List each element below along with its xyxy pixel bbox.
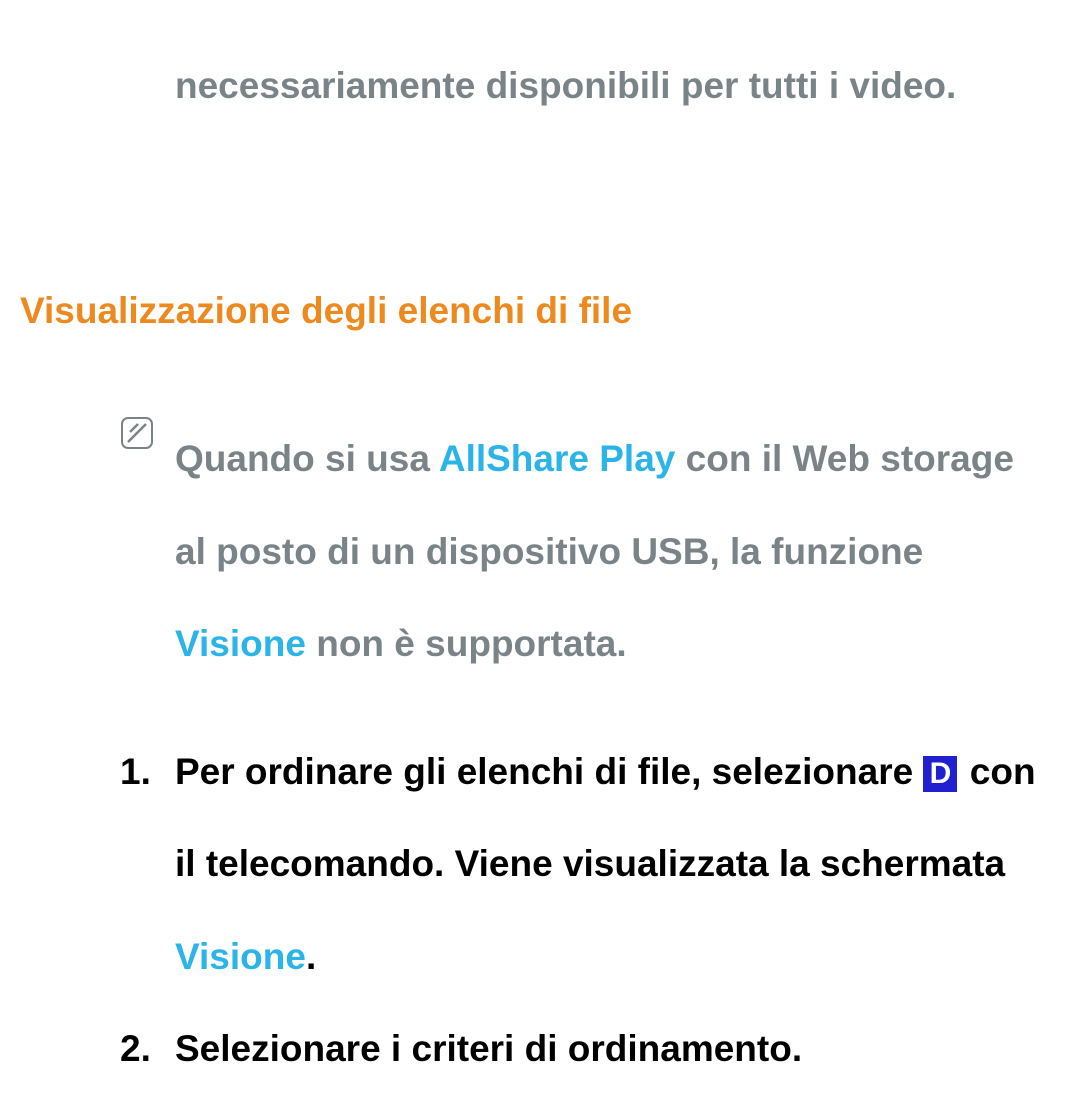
- note-part3: non è supportata.: [306, 623, 627, 664]
- section-heading: Visualizzazione degli elenchi di file: [20, 283, 1060, 339]
- item1-part3: .: [306, 936, 316, 977]
- note-text: Quando si usa AllShare Play con il Web s…: [175, 438, 1014, 664]
- list-item-1: 1. Per ordinare gli elenchi di file, sel…: [120, 726, 1040, 1004]
- list-item-2: 2. Selezionare i criteri di ordinamento.: [120, 1003, 1040, 1096]
- intro-text: necessariamente disponibili per tutti i …: [175, 65, 956, 106]
- d-button-icon: D: [923, 756, 957, 792]
- numbered-list: 1. Per ordinare gli elenchi di file, sel…: [120, 726, 1040, 1096]
- list-number-1: 1.: [120, 726, 151, 819]
- note-block: Quando si usa AllShare Play con il Web s…: [175, 413, 1030, 691]
- note-highlight1: AllShare Play: [439, 438, 676, 479]
- intro-paragraph: necessariamente disponibili per tutti i …: [175, 40, 1020, 133]
- list-number-2: 2.: [120, 1003, 151, 1096]
- heading-text: Visualizzazione degli elenchi di file: [20, 290, 632, 331]
- item2-text: Selezionare i criteri di ordinamento.: [175, 1028, 802, 1069]
- note-part1: Quando si usa: [175, 438, 439, 479]
- note-highlight2: Visione: [175, 623, 306, 664]
- note-icon: [120, 416, 154, 450]
- item1-part1: Per ordinare gli elenchi di file, selezi…: [175, 751, 923, 792]
- item1-highlight: Visione: [175, 936, 306, 977]
